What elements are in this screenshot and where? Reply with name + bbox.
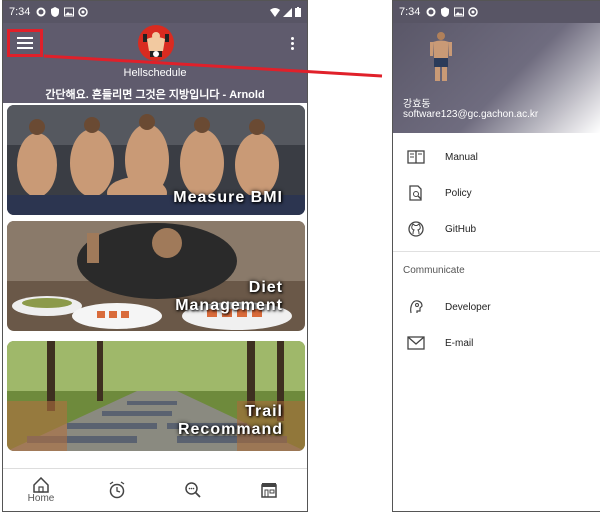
annotation-arrow [43,54,383,78]
